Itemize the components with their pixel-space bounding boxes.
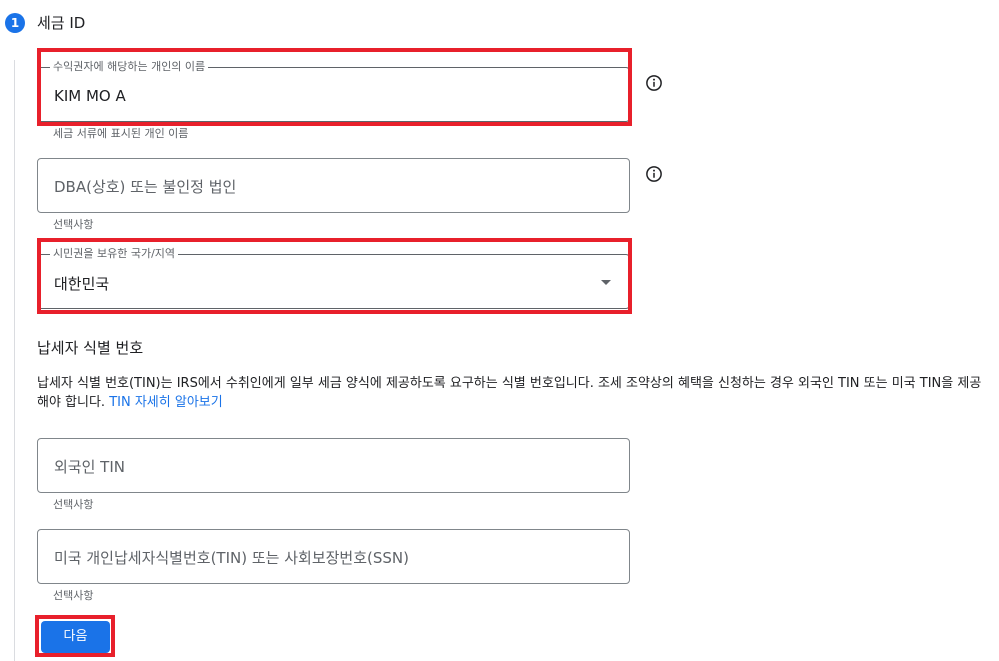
country-select[interactable]: 시민권을 보유한 국가/지역 대한민국 <box>37 247 630 309</box>
step-number-badge: 1 <box>5 13 25 33</box>
step-title: 세금 ID <box>37 14 86 32</box>
payee-name-field[interactable]: 수익권자에 해당하는 개인의 이름 KIM MO A <box>37 60 630 122</box>
dba-placeholder: DBA(상호) 또는 불인정 법인 <box>54 178 237 196</box>
country-value: 대한민국 <box>54 275 110 293</box>
step-connector-line <box>14 60 15 661</box>
info-icon[interactable] <box>645 74 663 92</box>
foreign-tin-placeholder: 외국인 TIN <box>54 458 125 476</box>
dba-helper: 선택사항 <box>53 218 94 231</box>
foreign-tin-helper: 선택사항 <box>53 498 94 511</box>
payee-name-value: KIM MO A <box>54 87 126 105</box>
tin-section-heading: 납세자 식별 번호 <box>37 339 144 357</box>
dropdown-arrow-icon <box>601 280 611 285</box>
info-icon[interactable] <box>645 165 663 183</box>
dba-field[interactable]: DBA(상호) 또는 불인정 법인 <box>37 158 630 213</box>
payee-name-label: 수익권자에 해당하는 개인의 이름 <box>50 60 209 74</box>
next-button[interactable]: 다음 <box>41 621 110 653</box>
tin-learn-more-link[interactable]: TIN 자세히 알아보기 <box>109 395 222 410</box>
us-tin-helper: 선택사항 <box>53 589 94 602</box>
tin-description: 납세자 식별 번호(TIN)는 IRS에서 수취인에게 일부 세금 양식에 제공… <box>37 374 992 412</box>
us-tin-field[interactable]: 미국 개인납세자식별번호(TIN) 또는 사회보장번호(SSN) <box>37 529 630 584</box>
payee-name-helper: 세금 서류에 표시된 개인 이름 <box>53 127 189 140</box>
us-tin-placeholder: 미국 개인납세자식별번호(TIN) 또는 사회보장번호(SSN) <box>54 549 409 567</box>
foreign-tin-field[interactable]: 외국인 TIN <box>37 438 630 493</box>
country-label: 시민권을 보유한 국가/지역 <box>50 247 179 261</box>
